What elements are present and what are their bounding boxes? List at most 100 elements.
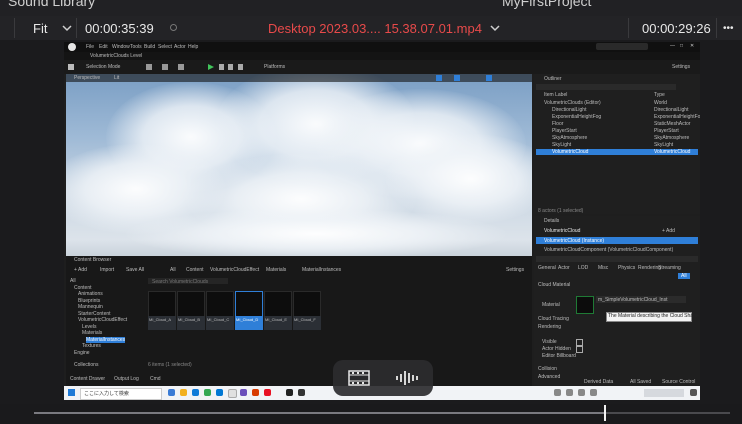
playhead[interactable] xyxy=(603,405,606,421)
film-strip-icon[interactable] xyxy=(348,370,370,386)
menu-window[interactable]: Window xyxy=(112,44,130,50)
tray-icon[interactable] xyxy=(554,389,561,396)
menu-file[interactable]: File xyxy=(86,44,94,50)
office-icon[interactable] xyxy=(252,389,259,396)
details-tab[interactable]: LOD xyxy=(578,265,588,271)
mail-icon[interactable] xyxy=(216,389,223,396)
details-section[interactable]: Advanced xyxy=(538,374,560,380)
asset-thumbnail[interactable] xyxy=(264,291,292,317)
viewport-lit-button[interactable]: Lit xyxy=(114,75,119,81)
menu-actor[interactable]: Actor xyxy=(174,44,186,50)
details-component[interactable]: VolumetricCloud (Instance) xyxy=(544,238,604,244)
cmd-tab[interactable]: Cmd xyxy=(150,376,161,382)
menu-tools[interactable]: Tools xyxy=(130,44,142,50)
recorder-taskbar-icon[interactable] xyxy=(298,389,305,396)
material-thumbnail[interactable] xyxy=(576,296,594,314)
folder-tree-item[interactable]: Mannequin xyxy=(78,304,103,310)
asset-name[interactable]: MI_Cloud_C xyxy=(207,317,229,322)
launch-icon[interactable] xyxy=(238,64,243,70)
details-section[interactable]: Cloud Material xyxy=(538,282,570,288)
windows-start-icon[interactable] xyxy=(68,389,75,396)
details-tab[interactable]: All xyxy=(678,273,690,279)
viewport-perspective-button[interactable]: Perspective xyxy=(74,75,100,81)
folder-tree-item[interactable]: Textures xyxy=(82,343,101,349)
derived-data-status[interactable]: Derived Data xyxy=(584,379,613,385)
asset-thumbnail[interactable] xyxy=(148,291,176,317)
asset-thumbnail[interactable] xyxy=(293,291,321,317)
tray-icon[interactable] xyxy=(578,389,585,396)
details-section[interactable]: Visible xyxy=(542,339,557,345)
file-explorer-icon[interactable] xyxy=(180,389,187,396)
outliner-row[interactable]: VolumetricClouds (Editor) World xyxy=(536,100,698,106)
edge-icon[interactable] xyxy=(192,389,199,396)
folder-tree-item[interactable]: Blueprints xyxy=(78,298,100,304)
snap-rotation-icon[interactable] xyxy=(454,75,460,81)
import-button[interactable]: Import xyxy=(100,267,114,273)
window-close-icon[interactable]: ✕ xyxy=(690,43,694,49)
actor-hidden-checkbox[interactable] xyxy=(576,346,583,353)
details-section[interactable]: Cloud Tracing xyxy=(538,316,569,322)
map-tab[interactable]: VolumetricClouds Level xyxy=(90,53,142,59)
outliner-row[interactable]: DirectionalLight DirectionalLight xyxy=(536,107,698,113)
folder-tree-item[interactable]: MaterialInstances xyxy=(86,336,126,343)
material-value[interactable]: m_SimpleVolumetricCloud_Inst xyxy=(598,297,667,303)
window-maximize-icon[interactable]: □ xyxy=(680,43,683,49)
chevron-down-icon[interactable] xyxy=(490,24,500,32)
outliner-search[interactable] xyxy=(536,84,676,90)
chevron-down-icon[interactable] xyxy=(62,24,72,32)
outliner-row[interactable]: Floor StaticMeshActor xyxy=(536,121,698,127)
sound-library-label[interactable]: Sound Library xyxy=(8,0,95,9)
selection-mode-button[interactable]: Selection Mode xyxy=(86,64,120,70)
cinematics-icon[interactable] xyxy=(178,64,184,70)
outliner-row[interactable]: SkyAtmosphere SkyAtmosphere xyxy=(536,135,698,141)
details-tab[interactable]: Physics xyxy=(618,265,635,271)
teams-icon[interactable] xyxy=(240,389,247,396)
browser-settings-button[interactable]: Settings xyxy=(506,267,524,273)
save-all-button[interactable]: Save All xyxy=(126,267,144,273)
asset-thumbnail[interactable] xyxy=(206,291,234,317)
outliner-column-type[interactable]: Type xyxy=(654,92,665,98)
visible-checkbox[interactable] xyxy=(576,339,583,346)
all-saved-status[interactable]: All Saved xyxy=(630,379,651,385)
asset-thumbnail[interactable] xyxy=(235,291,263,317)
snap-grid-icon[interactable] xyxy=(436,75,442,81)
folder-tree-item[interactable]: StarterContent xyxy=(78,311,111,317)
breadcrumb-instances[interactable]: MaterialInstances xyxy=(302,267,341,273)
menu-edit[interactable]: Edit xyxy=(99,44,108,50)
more-options-icon[interactable]: ••• xyxy=(723,23,734,34)
add-content-button[interactable]: + Add xyxy=(74,267,87,273)
pause-icon[interactable] xyxy=(219,64,224,70)
audio-waveform-icon[interactable] xyxy=(395,371,419,385)
asset-name[interactable]: MI_Cloud_F xyxy=(294,317,316,322)
play-icon[interactable] xyxy=(207,63,215,71)
details-tab[interactable]: Actor xyxy=(558,265,570,271)
task-view-icon[interactable] xyxy=(168,389,175,396)
details-tab[interactable]: Streaming xyxy=(658,265,681,271)
details-section[interactable]: Editor Billboard xyxy=(542,353,576,359)
blueprint-icon[interactable] xyxy=(162,64,168,70)
notification-icon[interactable] xyxy=(690,389,697,396)
save-icon[interactable] xyxy=(68,64,74,70)
folder-tree-item[interactable]: Animations xyxy=(78,291,103,297)
breadcrumb-content[interactable]: Content xyxy=(186,267,204,273)
source-control-status[interactable]: Source Control xyxy=(662,379,695,385)
details-section[interactable]: Actor Hidden xyxy=(542,346,571,352)
snap-scale-icon[interactable] xyxy=(486,75,492,81)
details-section[interactable]: Rendering xyxy=(538,324,561,330)
tray-icon[interactable] xyxy=(590,389,597,396)
menu-build[interactable]: Build xyxy=(144,44,155,50)
details-add-button[interactable]: + Add xyxy=(662,228,675,234)
platforms-button[interactable]: Platforms xyxy=(264,64,285,70)
outliner-column-label[interactable]: Item Label xyxy=(544,92,567,98)
chrome-icon[interactable] xyxy=(204,389,211,396)
folder-tree-item[interactable]: Levels xyxy=(82,324,96,330)
details-component-2[interactable]: VolumetricCloudComponent (VolumetricClou… xyxy=(544,247,673,253)
menu-select[interactable]: Select xyxy=(158,44,172,50)
asset-thumbnail[interactable] xyxy=(177,291,205,317)
scrubber-track[interactable] xyxy=(34,405,730,421)
tray-icon[interactable] xyxy=(566,389,573,396)
settings-button[interactable]: Settings xyxy=(672,64,690,70)
source-timecode[interactable]: 00:00:35:39 xyxy=(85,21,154,36)
folder-tree-item[interactable]: All xyxy=(70,278,76,284)
collections-section[interactable]: Collections xyxy=(74,362,98,368)
